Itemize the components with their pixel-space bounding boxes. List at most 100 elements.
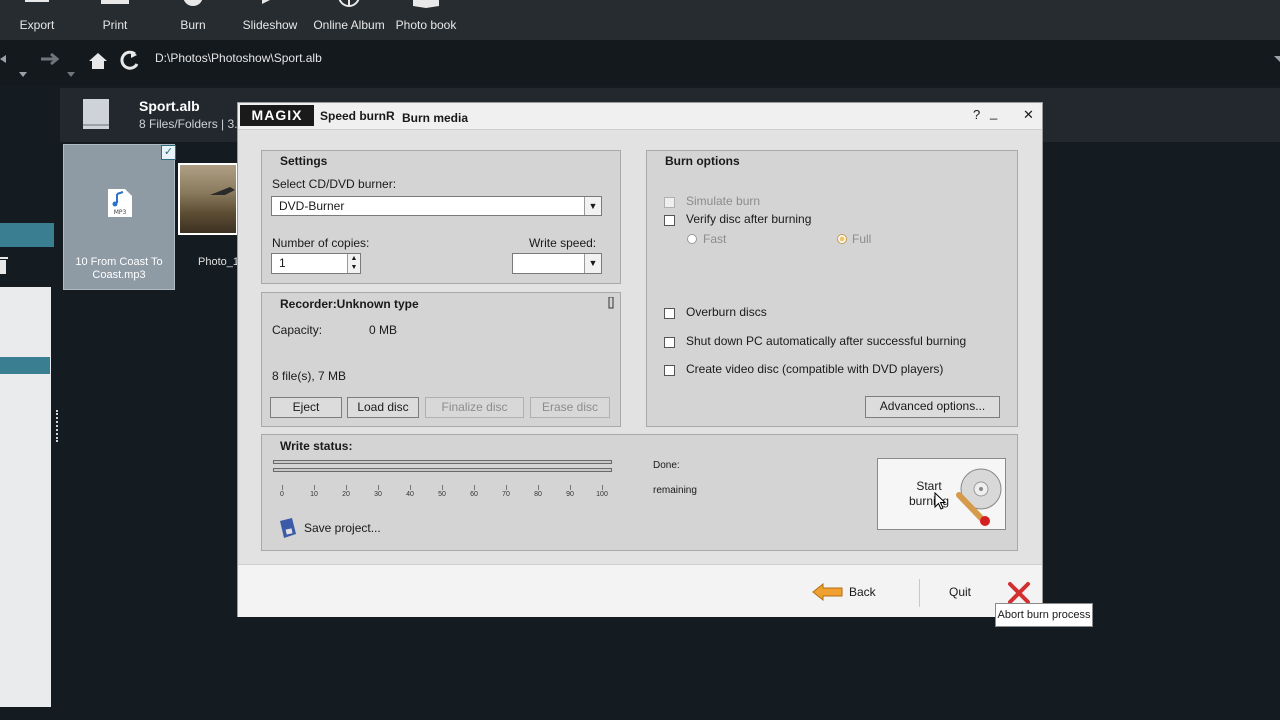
mouse-cursor-icon [934, 492, 946, 510]
chevron-down-icon: ▼ [584, 197, 601, 215]
floppy-disk-icon [280, 518, 296, 538]
progress-bar-1 [273, 460, 612, 464]
mp3-file-icon: MP3 [108, 189, 132, 217]
info-icon[interactable] [608, 297, 614, 309]
advanced-options-button[interactable]: Advanced options... [865, 396, 1000, 418]
scale-tick [442, 485, 443, 490]
scale-tick [314, 485, 315, 490]
album-title: Sport.alb [139, 98, 200, 114]
finalize-disc-button[interactable]: Finalize disc [425, 397, 524, 418]
minimize-button[interactable]: _ [990, 105, 997, 120]
back-arrow-icon[interactable] [0, 55, 27, 77]
svg-text:MP3: MP3 [114, 209, 127, 216]
progress-bar-2 [273, 468, 612, 472]
scale-tick [378, 485, 379, 490]
erase-disc-button[interactable]: Erase disc [530, 397, 610, 418]
scale-label: 0 [280, 491, 284, 498]
path-field[interactable]: D:\Photos\Photoshow\Sport.alb [155, 51, 322, 65]
burner-select[interactable]: DVD-Burner ▼ [271, 196, 602, 216]
dialog-titlebar[interactable]: MAGIX Speed burnR Burn media ? _ ✕ [238, 103, 1042, 130]
scale-tick [538, 485, 539, 490]
scale-label: 70 [502, 491, 510, 498]
app-title: Speed burnR [320, 109, 395, 123]
close-button[interactable]: ✕ [1023, 107, 1034, 123]
scale-label: 10 [310, 491, 318, 498]
export-button[interactable]: Export [0, 0, 76, 40]
scale-label: 60 [470, 491, 478, 498]
dialog-footer: Back Quit [238, 564, 1042, 617]
burn-dialog: MAGIX Speed burnR Burn media ? _ ✕ Setti… [237, 102, 1043, 617]
files-info: 8 file(s), 7 MB [272, 369, 347, 383]
fast-radio[interactable] [687, 234, 697, 244]
simulate-burn-checkbox[interactable] [664, 197, 675, 208]
full-radio[interactable] [837, 234, 847, 244]
burn-button[interactable]: Burn [154, 0, 232, 40]
globe-icon [338, 0, 360, 7]
scale-tick [602, 485, 603, 490]
chevron-down-icon: ▼ [584, 254, 601, 273]
forward-arrow-icon[interactable] [41, 52, 75, 77]
save-project-button[interactable]: Save project... [278, 517, 398, 539]
refresh-icon[interactable] [120, 50, 139, 70]
progress-scale: 0 10 20 30 40 50 60 70 80 90 100 [280, 485, 608, 505]
scroll-arrow-icon[interactable] [1272, 54, 1280, 64]
splitter-handle[interactable] [56, 410, 60, 442]
scale-tick [474, 485, 475, 490]
write-speed-select[interactable]: ▼ [512, 253, 602, 274]
print-button[interactable]: Print [76, 0, 154, 40]
slideshow-icon [262, 0, 270, 4]
sidebar-highlight[interactable] [0, 223, 54, 247]
scale-label: 50 [438, 491, 446, 498]
scale-tick [346, 485, 347, 490]
load-disc-button[interactable]: Load disc [347, 397, 419, 418]
quit-button[interactable]: Quit [945, 581, 1033, 605]
done-label: Done: [653, 460, 680, 471]
footer-separator [919, 579, 920, 607]
photo-image [210, 187, 235, 195]
trash-icon[interactable] [0, 255, 8, 275]
thumbnail-photo[interactable] [178, 163, 238, 235]
sidebar-panel [0, 287, 51, 707]
capacity-value: 0 MB [369, 323, 398, 337]
burn-options-group: Burn options Simulate burn Verify disc a… [646, 150, 1018, 427]
export-icon [25, 0, 49, 2]
scale-label: 40 [406, 491, 414, 498]
video-disc-checkbox[interactable] [664, 365, 675, 376]
scale-label: 100 [596, 491, 608, 498]
online-album-button[interactable]: Online Album [310, 0, 388, 40]
thumbnail-label: Photo_1 [198, 256, 239, 268]
magix-logo: MAGIX [240, 105, 314, 126]
home-icon[interactable] [89, 53, 107, 69]
slideshow-button[interactable]: Slideshow [231, 0, 309, 40]
tooltip: Abort burn process [995, 603, 1093, 627]
thumbnail-label: 10 From Coast To Coast.mp3 [75, 256, 163, 281]
eject-button[interactable]: Eject [270, 397, 342, 418]
thumbnail-checkbox[interactable]: ✓ [161, 145, 176, 160]
recorder-group: Recorder:Unknown type Capacity: 0 MB 8 f… [261, 292, 621, 427]
scale-tick [570, 485, 571, 490]
copies-stepper[interactable]: 1 ▲ ▼ [271, 253, 361, 274]
shutdown-checkbox[interactable] [664, 337, 675, 348]
sidebar-selected-item[interactable] [0, 357, 50, 374]
disc-burn-icon [956, 468, 1002, 526]
scale-tick [506, 485, 507, 490]
scale-label: 90 [566, 491, 574, 498]
scale-label: 30 [374, 491, 382, 498]
verify-disc-checkbox[interactable] [664, 215, 675, 226]
stepper-arrows-icon[interactable]: ▲ ▼ [347, 254, 360, 273]
scale-tick [282, 485, 283, 490]
help-button[interactable]: ? [973, 107, 980, 122]
back-button[interactable]: Back [812, 581, 882, 603]
album-book-icon [83, 99, 109, 129]
settings-group: Settings Select CD/DVD burner: DVD-Burne… [261, 150, 621, 284]
back-arrow-icon [812, 583, 843, 601]
scale-label: 20 [342, 491, 350, 498]
photo-book-button[interactable]: Photo book [387, 0, 465, 40]
main-toolbar: Export Print Burn Slideshow Online Album… [0, 0, 1280, 40]
print-icon [101, 0, 129, 4]
overburn-checkbox[interactable] [664, 308, 675, 319]
remaining-label: remaining [653, 485, 697, 496]
burn-icon [183, 0, 203, 6]
book-icon [413, 0, 439, 8]
scale-label: 80 [534, 491, 542, 498]
